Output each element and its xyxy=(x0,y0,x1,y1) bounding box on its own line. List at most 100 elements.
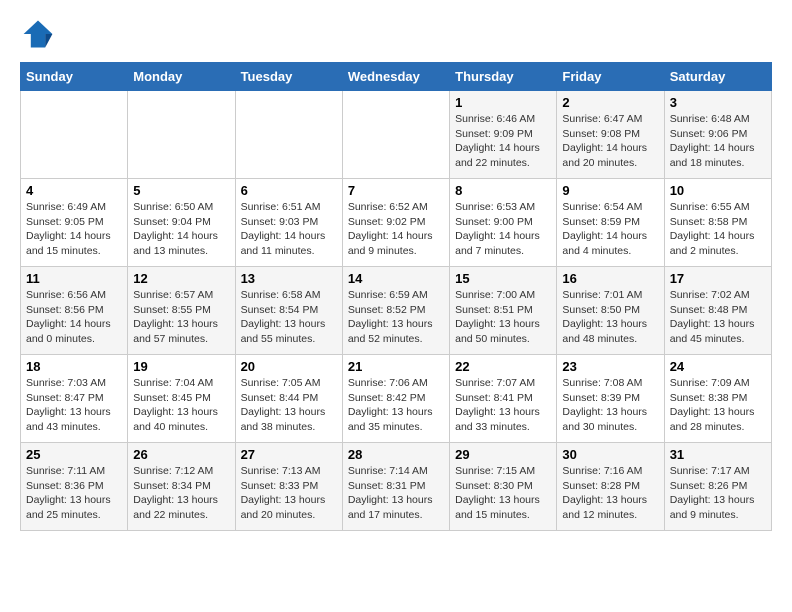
day-info: Sunrise: 6:56 AM Sunset: 8:56 PM Dayligh… xyxy=(26,288,122,347)
day-number: 28 xyxy=(348,447,444,462)
day-info: Sunrise: 6:47 AM Sunset: 9:08 PM Dayligh… xyxy=(562,112,658,171)
calendar-cell: 25 Sunrise: 7:11 AM Sunset: 8:36 PM Dayli… xyxy=(21,443,128,531)
calendar-cell: 28 Sunrise: 7:14 AM Sunset: 8:31 PM Dayli… xyxy=(342,443,449,531)
day-info: Sunrise: 7:00 AM Sunset: 8:51 PM Dayligh… xyxy=(455,288,551,347)
calendar-cell: 24 Sunrise: 7:09 AM Sunset: 8:38 PM Dayli… xyxy=(664,355,771,443)
calendar-cell xyxy=(128,91,235,179)
day-number: 26 xyxy=(133,447,229,462)
day-info: Sunrise: 7:12 AM Sunset: 8:34 PM Dayligh… xyxy=(133,464,229,523)
calendar-cell: 27 Sunrise: 7:13 AM Sunset: 8:33 PM Dayli… xyxy=(235,443,342,531)
day-info: Sunrise: 6:49 AM Sunset: 9:05 PM Dayligh… xyxy=(26,200,122,259)
day-number: 15 xyxy=(455,271,551,286)
calendar-cell xyxy=(235,91,342,179)
header-tuesday: Tuesday xyxy=(235,63,342,91)
header-sunday: Sunday xyxy=(21,63,128,91)
day-info: Sunrise: 7:01 AM Sunset: 8:50 PM Dayligh… xyxy=(562,288,658,347)
calendar-cell: 16Sunrise: 7:01 AM Sunset: 8:50 PM Dayli… xyxy=(557,267,664,355)
day-info: Sunrise: 7:06 AM Sunset: 8:42 PM Dayligh… xyxy=(348,376,444,435)
day-info: Sunrise: 7:17 AM Sunset: 8:26 PM Dayligh… xyxy=(670,464,766,523)
day-number: 13 xyxy=(241,271,337,286)
calendar-cell: 10 Sunrise: 6:55 AM Sunset: 8:58 PM Dayli… xyxy=(664,179,771,267)
day-number: 5 xyxy=(133,183,229,198)
day-info: Sunrise: 7:07 AM Sunset: 8:41 PM Dayligh… xyxy=(455,376,551,435)
day-number: 3 xyxy=(670,95,766,110)
calendar-cell: 13 Sunrise: 6:58 AM Sunset: 8:54 PM Dayli… xyxy=(235,267,342,355)
day-number: 2 xyxy=(562,95,658,110)
header-saturday: Saturday xyxy=(664,63,771,91)
day-info: Sunrise: 6:48 AM Sunset: 9:06 PM Dayligh… xyxy=(670,112,766,171)
day-number: 14 xyxy=(348,271,444,286)
calendar-cell xyxy=(342,91,449,179)
calendar-cell: 1 Sunrise: 6:46 AM Sunset: 9:09 PM Daylig… xyxy=(450,91,557,179)
day-number: 22 xyxy=(455,359,551,374)
header-thursday: Thursday xyxy=(450,63,557,91)
day-number: 27 xyxy=(241,447,337,462)
calendar-table: SundayMondayTuesdayWednesdayThursdayFrid… xyxy=(20,62,772,531)
day-number: 19 xyxy=(133,359,229,374)
day-number: 6 xyxy=(241,183,337,198)
day-info: Sunrise: 7:16 AM Sunset: 8:28 PM Dayligh… xyxy=(562,464,658,523)
calendar-cell: 4 Sunrise: 6:49 AM Sunset: 9:05 PM Daylig… xyxy=(21,179,128,267)
day-number: 10 xyxy=(670,183,766,198)
day-number: 24 xyxy=(670,359,766,374)
day-number: 23 xyxy=(562,359,658,374)
calendar-cell: 21 Sunrise: 7:06 AM Sunset: 8:42 PM Dayli… xyxy=(342,355,449,443)
day-number: 25 xyxy=(26,447,122,462)
day-number: 17 xyxy=(670,271,766,286)
day-info: Sunrise: 7:14 AM Sunset: 8:31 PM Dayligh… xyxy=(348,464,444,523)
calendar-cell: 9Sunrise: 6:54 AM Sunset: 8:59 PM Daylig… xyxy=(557,179,664,267)
day-info: Sunrise: 7:05 AM Sunset: 8:44 PM Dayligh… xyxy=(241,376,337,435)
calendar-cell: 19 Sunrise: 7:04 AM Sunset: 8:45 PM Dayli… xyxy=(128,355,235,443)
day-number: 7 xyxy=(348,183,444,198)
calendar-cell: 23Sunrise: 7:08 AM Sunset: 8:39 PM Dayli… xyxy=(557,355,664,443)
day-number: 20 xyxy=(241,359,337,374)
calendar-cell: 11 Sunrise: 6:56 AM Sunset: 8:56 PM Dayli… xyxy=(21,267,128,355)
week-row-3: 11 Sunrise: 6:56 AM Sunset: 8:56 PM Dayli… xyxy=(21,267,772,355)
calendar-cell: 3 Sunrise: 6:48 AM Sunset: 9:06 PM Daylig… xyxy=(664,91,771,179)
day-number: 18 xyxy=(26,359,122,374)
calendar-cell: 22 Sunrise: 7:07 AM Sunset: 8:41 PM Dayli… xyxy=(450,355,557,443)
day-info: Sunrise: 7:03 AM Sunset: 8:47 PM Dayligh… xyxy=(26,376,122,435)
day-info: Sunrise: 6:53 AM Sunset: 9:00 PM Dayligh… xyxy=(455,200,551,259)
day-info: Sunrise: 7:13 AM Sunset: 8:33 PM Dayligh… xyxy=(241,464,337,523)
week-row-1: 1 Sunrise: 6:46 AM Sunset: 9:09 PM Daylig… xyxy=(21,91,772,179)
logo-icon xyxy=(20,16,56,52)
calendar-cell: 17 Sunrise: 7:02 AM Sunset: 8:48 PM Dayli… xyxy=(664,267,771,355)
day-number: 8 xyxy=(455,183,551,198)
day-info: Sunrise: 6:46 AM Sunset: 9:09 PM Dayligh… xyxy=(455,112,551,171)
day-info: Sunrise: 7:04 AM Sunset: 8:45 PM Dayligh… xyxy=(133,376,229,435)
calendar-cell: 12 Sunrise: 6:57 AM Sunset: 8:55 PM Dayli… xyxy=(128,267,235,355)
calendar-cell: 15 Sunrise: 7:00 AM Sunset: 8:51 PM Dayli… xyxy=(450,267,557,355)
header-monday: Monday xyxy=(128,63,235,91)
calendar-cell xyxy=(21,91,128,179)
calendar-cell: 29Sunrise: 7:15 AM Sunset: 8:30 PM Dayli… xyxy=(450,443,557,531)
day-number: 29 xyxy=(455,447,551,462)
day-number: 1 xyxy=(455,95,551,110)
day-info: Sunrise: 6:50 AM Sunset: 9:04 PM Dayligh… xyxy=(133,200,229,259)
calendar-cell: 30Sunrise: 7:16 AM Sunset: 8:28 PM Dayli… xyxy=(557,443,664,531)
day-info: Sunrise: 6:54 AM Sunset: 8:59 PM Dayligh… xyxy=(562,200,658,259)
day-info: Sunrise: 6:55 AM Sunset: 8:58 PM Dayligh… xyxy=(670,200,766,259)
day-number: 31 xyxy=(670,447,766,462)
day-number: 12 xyxy=(133,271,229,286)
calendar-cell: 5 Sunrise: 6:50 AM Sunset: 9:04 PM Daylig… xyxy=(128,179,235,267)
week-row-4: 18 Sunrise: 7:03 AM Sunset: 8:47 PM Dayli… xyxy=(21,355,772,443)
day-number: 21 xyxy=(348,359,444,374)
calendar-cell: 31 Sunrise: 7:17 AM Sunset: 8:26 PM Dayli… xyxy=(664,443,771,531)
calendar-cell: 2 Sunrise: 6:47 AM Sunset: 9:08 PM Daylig… xyxy=(557,91,664,179)
day-info: Sunrise: 6:59 AM Sunset: 8:52 PM Dayligh… xyxy=(348,288,444,347)
day-info: Sunrise: 7:11 AM Sunset: 8:36 PM Dayligh… xyxy=(26,464,122,523)
day-number: 11 xyxy=(26,271,122,286)
day-info: Sunrise: 6:51 AM Sunset: 9:03 PM Dayligh… xyxy=(241,200,337,259)
header xyxy=(20,16,772,52)
day-info: Sunrise: 7:02 AM Sunset: 8:48 PM Dayligh… xyxy=(670,288,766,347)
day-info: Sunrise: 7:09 AM Sunset: 8:38 PM Dayligh… xyxy=(670,376,766,435)
logo xyxy=(20,16,60,52)
day-number: 4 xyxy=(26,183,122,198)
calendar-cell: 7Sunrise: 6:52 AM Sunset: 9:02 PM Daylig… xyxy=(342,179,449,267)
day-info: Sunrise: 6:58 AM Sunset: 8:54 PM Dayligh… xyxy=(241,288,337,347)
calendar-cell: 18 Sunrise: 7:03 AM Sunset: 8:47 PM Dayli… xyxy=(21,355,128,443)
calendar-cell: 6 Sunrise: 6:51 AM Sunset: 9:03 PM Daylig… xyxy=(235,179,342,267)
day-info: Sunrise: 6:57 AM Sunset: 8:55 PM Dayligh… xyxy=(133,288,229,347)
header-wednesday: Wednesday xyxy=(342,63,449,91)
